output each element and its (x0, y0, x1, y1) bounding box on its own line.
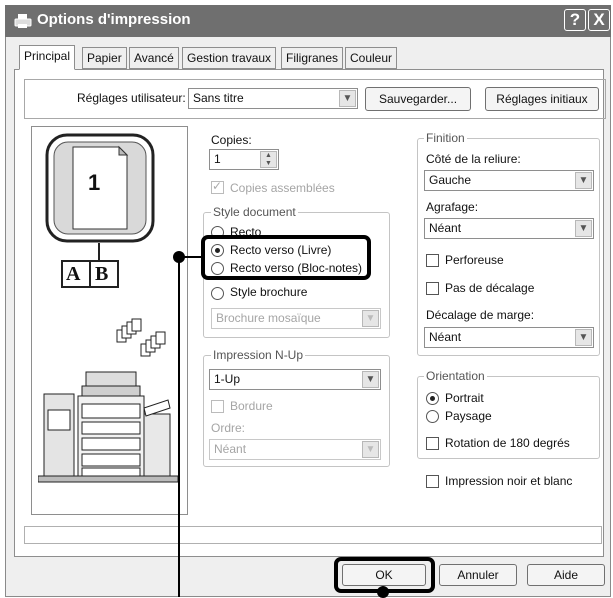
margin-shift-select[interactable]: Néant ▼ (424, 327, 594, 348)
chevron-down-icon: ▼ (362, 310, 379, 327)
copies-spinbox[interactable]: 1 ▲ ▼ (209, 149, 279, 170)
callout-dot-ok (377, 586, 389, 598)
chevron-down-icon: ▼ (575, 172, 592, 189)
booklet-style-select[interactable]: Brochure mosaïque ▼ (211, 308, 381, 329)
no-offset-checkbox[interactable] (426, 282, 439, 295)
binding-letter-b: B (95, 263, 109, 285)
portrait-label: Portrait (445, 391, 484, 405)
rotate-180-checkbox[interactable] (426, 437, 439, 450)
user-settings-label: Réglages utilisateur: (77, 91, 186, 105)
close-icon[interactable]: X (588, 9, 610, 31)
landscape-label: Paysage (445, 409, 492, 423)
tab-couleur[interactable]: Couleur (345, 47, 398, 69)
orientation-title: Orientation (424, 369, 487, 383)
callout-line-vertical (178, 257, 180, 597)
rotate-180-label: Rotation de 180 degrés (445, 436, 570, 450)
chevron-down-icon: ▼ (362, 371, 379, 388)
radio-duplex-tablet-label: Recto verso (Bloc-notes) (230, 261, 363, 275)
tab-avance[interactable]: Avancé (129, 47, 179, 69)
collate-checkbox[interactable]: ✓ (211, 179, 224, 194)
staple-value: Néant (429, 221, 462, 235)
margin-shift-label: Décalage de marge: (426, 308, 535, 322)
nup-title: Impression N-Up (211, 348, 306, 362)
booklet-style-value: Brochure mosaïque (216, 311, 321, 325)
staple-label: Agrafage: (426, 200, 479, 214)
chevron-down-icon: ▼ (339, 90, 356, 107)
tab-principal[interactable]: Principal (19, 45, 76, 70)
document-style-title: Style document (211, 205, 298, 219)
border-checkbox[interactable] (211, 400, 224, 413)
radio-duplex-book-label: Recto verso (Livre) (230, 243, 332, 257)
margin-shift-value: Néant (429, 330, 462, 344)
copies-value: 1 (214, 152, 221, 166)
bw-print-checkbox[interactable] (426, 475, 439, 488)
order-label: Ordre: (211, 421, 246, 435)
binding-side-value: Gauche (429, 173, 472, 187)
initial-settings-button[interactable]: Réglages initiaux (485, 87, 599, 111)
printer-machine-image (37, 364, 179, 486)
finishing-title: Finition (424, 131, 467, 145)
radio-duplex-tablet[interactable] (211, 262, 224, 275)
no-offset-label: Pas de décalage (445, 281, 535, 295)
binding-spine (89, 260, 91, 288)
collate-label: Copies assemblées (230, 181, 335, 195)
binding-connector (98, 243, 100, 260)
tab-papier[interactable]: Papier (82, 47, 127, 69)
order-select[interactable]: Néant ▼ (209, 439, 381, 460)
status-strip (24, 526, 602, 544)
radio-booklet[interactable] (211, 287, 224, 300)
chevron-down-icon: ▼ (575, 220, 592, 237)
nup-value: 1-Up (214, 372, 241, 386)
chevron-down-icon: ▼ (362, 441, 379, 458)
radio-booklet-label: Style brochure (230, 285, 308, 299)
help-button[interactable]: Aide (527, 564, 605, 586)
binding-letter-a: A (66, 263, 81, 285)
window-title: Options d'impression (37, 11, 191, 28)
radio-duplex-book[interactable] (211, 244, 224, 257)
staple-select[interactable]: Néant ▼ (424, 218, 594, 239)
order-value: Néant (214, 442, 247, 456)
tab-gestion-travaux[interactable]: Gestion travaux (182, 47, 277, 69)
printer-icon (14, 13, 32, 29)
user-settings-value: Sans titre (193, 91, 244, 105)
copies-stack-icon (115, 318, 175, 358)
radio-portrait[interactable] (426, 392, 439, 405)
bw-print-label: Impression noir et blanc (445, 474, 573, 488)
callout-dot-left (173, 251, 185, 263)
spin-updown-icon[interactable]: ▲ ▼ (260, 151, 277, 168)
cancel-button[interactable]: Annuler (439, 564, 517, 586)
punch-label: Perforeuse (445, 253, 504, 267)
punch-checkbox[interactable] (426, 254, 439, 267)
binding-side-select[interactable]: Gauche ▼ (424, 170, 594, 191)
chevron-down-icon: ▼ (575, 329, 592, 346)
ok-button[interactable]: OK (342, 564, 426, 586)
help-icon[interactable]: ? (564, 9, 586, 31)
binding-side-label: Côté de la reliure: (426, 152, 521, 166)
nup-select[interactable]: 1-Up ▼ (209, 369, 381, 390)
preview-page-number: 1 (88, 170, 101, 195)
save-settings-button[interactable]: Sauvegarder... (365, 87, 471, 111)
tab-filigranes[interactable]: Filigranes (281, 47, 344, 69)
border-label: Bordure (230, 399, 273, 413)
copies-label: Copies: (211, 133, 252, 147)
user-settings-select[interactable]: Sans titre ▼ (188, 88, 358, 109)
radio-landscape[interactable] (426, 410, 439, 423)
